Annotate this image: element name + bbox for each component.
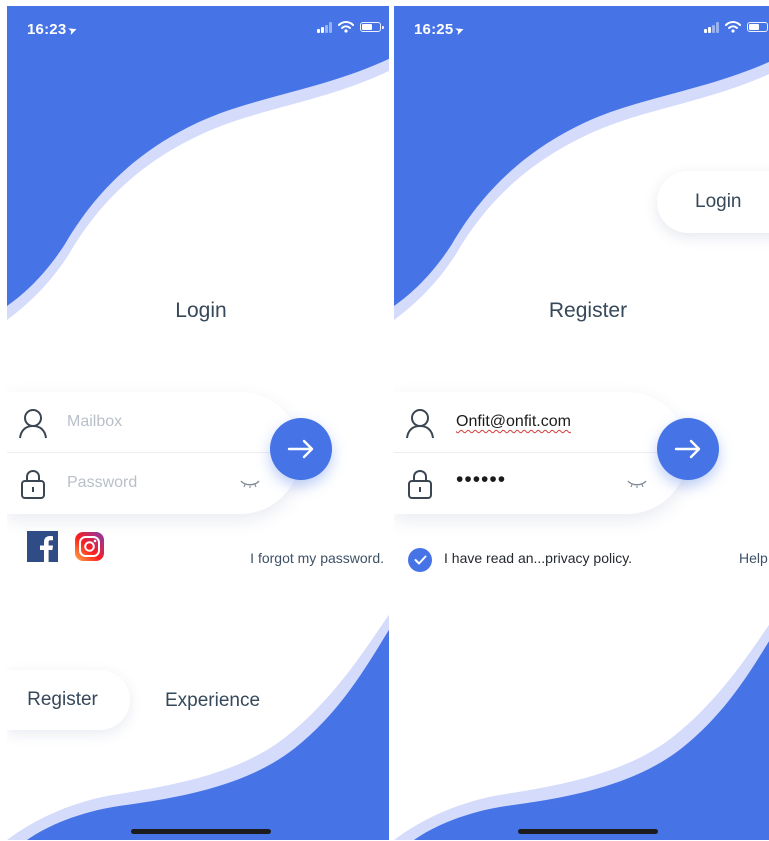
instagram-icon[interactable] (75, 532, 104, 561)
screenshot-stage: 16:23➤ Login Mailbox I forgot my passwor… (0, 0, 769, 841)
help-link[interactable]: Help (739, 550, 768, 566)
wifi-icon (725, 21, 741, 33)
page-title: Register (548, 299, 628, 322)
location-arrow-icon: ➤ (66, 23, 80, 39)
status-bar: 16:23➤ (7, 6, 395, 50)
login-form-card (7, 392, 301, 514)
battery-icon (747, 22, 768, 32)
facebook-icon[interactable] (27, 531, 58, 562)
login-button-label: Login (695, 191, 742, 212)
email-value: Onfit@onfit.com (456, 413, 571, 430)
register-form-card: Onfit@onfit.com •••••• (394, 392, 688, 514)
password-value: •••••• (456, 468, 507, 491)
forgot-password-link[interactable]: I forgot my password. (250, 550, 384, 566)
status-icons (317, 21, 384, 33)
password-field (7, 453, 301, 513)
lock-icon (21, 469, 45, 499)
signal-icon (317, 21, 332, 33)
status-bar: 16:25➤ (394, 6, 769, 50)
wifi-icon (338, 21, 354, 33)
password-field[interactable]: •••••• (394, 453, 688, 513)
password-input[interactable] (67, 471, 237, 495)
email-field[interactable]: Onfit@onfit.com (394, 392, 688, 453)
agreement-checkbox[interactable] (408, 548, 432, 572)
home-indicator (131, 829, 271, 834)
battery-icon (360, 22, 384, 32)
arrow-right-icon (674, 439, 701, 459)
register-submit-button[interactable] (657, 418, 719, 480)
status-time: 16:23➤ (27, 21, 80, 39)
register-screen: 16:25➤ Login Register Onfit@onfit.com ••… (394, 6, 769, 840)
login-button[interactable]: Login (657, 171, 769, 233)
mailbox-field (7, 392, 301, 453)
home-indicator (518, 829, 658, 834)
page-title: Login (175, 299, 227, 322)
register-button[interactable]: Register (7, 670, 130, 730)
register-button-label: Register (27, 689, 98, 710)
user-icon (406, 409, 434, 439)
status-icons (704, 21, 768, 33)
eye-closed-icon[interactable] (627, 480, 647, 488)
experience-button[interactable]: Experience (165, 690, 260, 712)
eye-closed-icon[interactable] (240, 480, 260, 488)
checkmark-icon (414, 555, 426, 565)
status-time: 16:25➤ (414, 21, 467, 39)
login-screen: 16:23➤ Login Mailbox I forgot my passwor… (7, 6, 395, 840)
login-submit-button[interactable] (270, 418, 332, 480)
signal-icon (704, 21, 719, 33)
location-arrow-icon: ➤ (453, 23, 467, 39)
lock-icon (408, 469, 432, 499)
arrow-right-icon (287, 439, 314, 459)
agreement-text[interactable]: I have read an...privacy policy. (444, 550, 632, 566)
mailbox-input[interactable] (67, 410, 237, 434)
user-icon (19, 409, 47, 439)
